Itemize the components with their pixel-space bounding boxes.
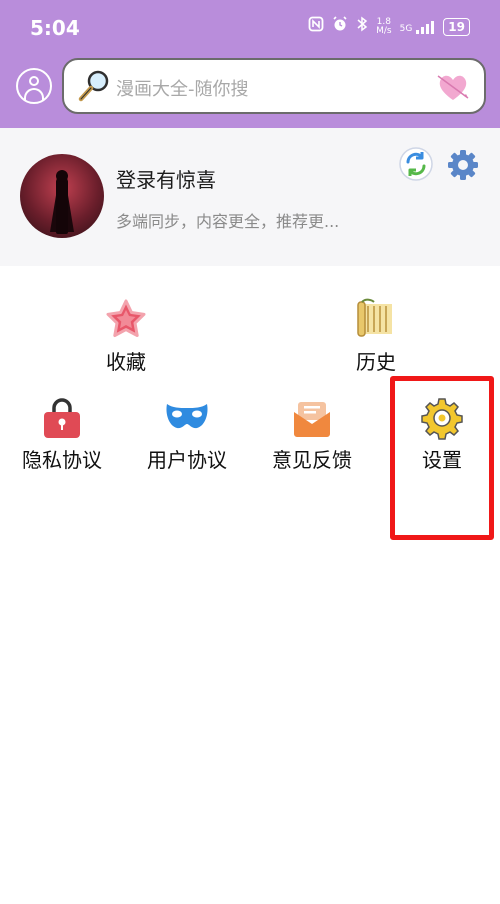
menu-item-history[interactable]: 历史 [336, 298, 416, 375]
mask-icon [166, 404, 208, 429]
login-subtitle: 多端同步，内容更全，推荐更... [116, 212, 340, 231]
bluetooth-icon [356, 16, 368, 38]
status-time: 5:04 [30, 16, 80, 40]
alarm-icon [332, 16, 348, 38]
star-icon [106, 299, 146, 337]
profile-avatar[interactable] [20, 154, 104, 238]
nfc-icon [308, 16, 324, 38]
search-input[interactable]: 漫画大全-随你搜 [116, 75, 249, 101]
menu-label-user-agreement: 用户协议 [147, 448, 227, 472]
menu-item-feedback[interactable]: 意见反馈 [262, 396, 362, 473]
search-bar[interactable]: 漫画大全-随你搜 [62, 58, 486, 114]
scroll-icon [357, 298, 392, 337]
network-speed-icon: 1.8 M/s [376, 18, 392, 36]
mail-icon [294, 402, 330, 437]
signal-icon: 5G [400, 20, 436, 34]
refresh-icon[interactable] [398, 146, 434, 182]
battery-icon: 19 [443, 18, 470, 36]
highlight-box [390, 376, 494, 540]
menu-label-privacy: 隐私协议 [22, 448, 102, 472]
app-header: 5:04 1.8 M/s 5G 19 漫画大全-随你搜 [0, 0, 500, 128]
status-icons: 1.8 M/s 5G 19 [308, 16, 470, 38]
gear-icon[interactable] [446, 148, 480, 182]
login-title[interactable]: 登录有惊喜 [116, 164, 216, 193]
status-bar: 5:04 1.8 M/s 5G 19 [0, 0, 500, 60]
menu-label-feedback: 意见反馈 [272, 448, 352, 472]
user-avatar-icon[interactable] [16, 68, 52, 104]
profile-card[interactable]: 登录有惊喜 多端同步，内容更全，推荐更... [0, 128, 500, 266]
network-type-label: 5G [399, 24, 413, 34]
speed-unit: M/s [376, 26, 392, 36]
menu-label-history: 历史 [356, 350, 396, 374]
menu-item-favorites[interactable]: 收藏 [86, 298, 166, 375]
menu-label-favorites: 收藏 [106, 350, 146, 374]
heart-icon[interactable] [436, 70, 470, 104]
lock-icon [44, 398, 80, 438]
menu-item-privacy[interactable]: 隐私协议 [12, 396, 112, 473]
menu-item-user-agreement[interactable]: 用户协议 [137, 396, 237, 473]
search-icon [78, 70, 109, 102]
